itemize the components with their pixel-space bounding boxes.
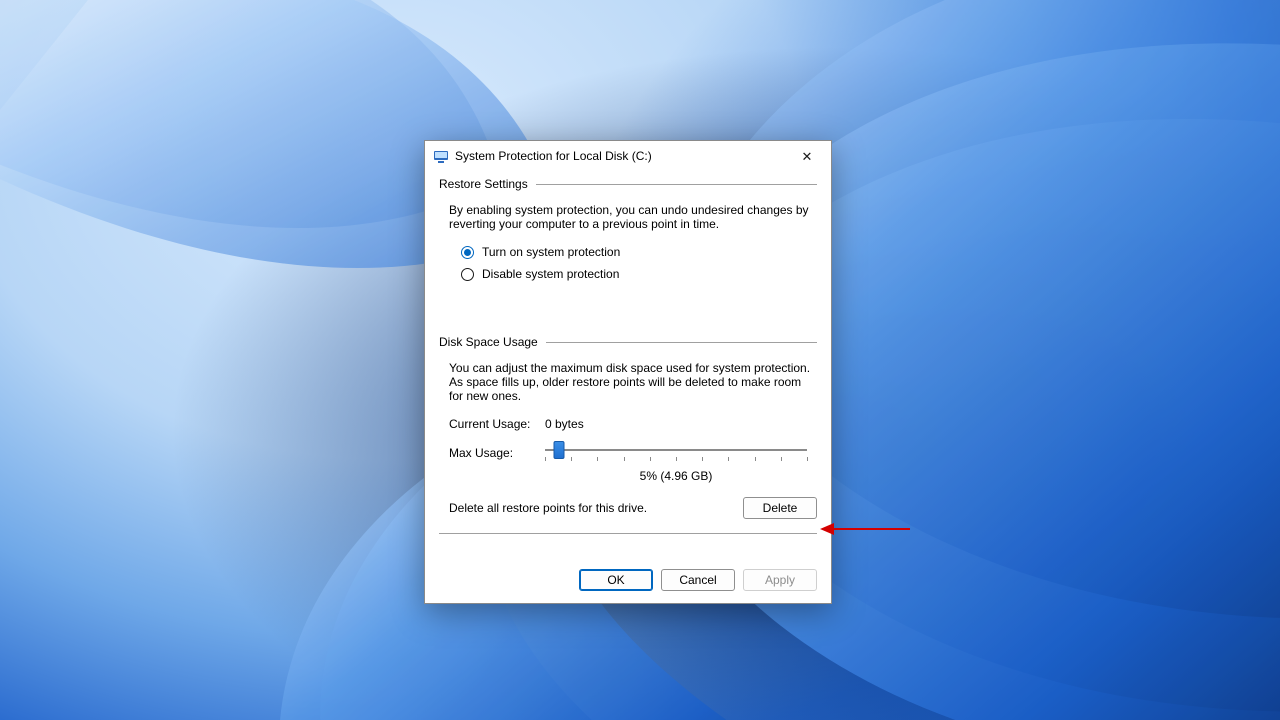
app-icon	[433, 148, 449, 164]
current-usage-value: 0 bytes	[545, 417, 584, 431]
dialog-title: System Protection for Local Disk (C:)	[455, 149, 785, 163]
dialog-footer: OK Cancel Apply	[439, 569, 817, 591]
close-icon: ✕	[802, 150, 813, 163]
cancel-button[interactable]: Cancel	[661, 569, 735, 591]
radio-disable[interactable]: Disable system protection	[439, 263, 817, 285]
restore-description: By enabling system protection, you can u…	[439, 203, 817, 241]
restore-settings-group: Restore Settings By enabling system prot…	[439, 177, 817, 285]
max-usage-label: Max Usage:	[449, 446, 545, 460]
delete-description: Delete all restore points for this drive…	[449, 501, 647, 515]
titlebar[interactable]: System Protection for Local Disk (C:) ✕	[425, 141, 831, 171]
ok-button[interactable]: OK	[579, 569, 653, 591]
radio-turn-on[interactable]: Turn on system protection	[439, 241, 817, 263]
divider	[439, 533, 817, 534]
radio-icon	[461, 268, 474, 281]
system-protection-dialog: System Protection for Local Disk (C:) ✕ …	[424, 140, 832, 604]
divider	[536, 184, 817, 185]
radio-disable-label: Disable system protection	[482, 267, 619, 281]
radio-turn-on-label: Turn on system protection	[482, 245, 620, 259]
disk-space-header: Disk Space Usage	[439, 335, 538, 349]
max-usage-value: 5% (4.96 GB)	[439, 469, 817, 483]
divider	[546, 342, 817, 343]
delete-button[interactable]: Delete	[743, 497, 817, 519]
radio-icon	[461, 246, 474, 259]
disk-description: You can adjust the maximum disk space us…	[439, 361, 817, 413]
restore-settings-header: Restore Settings	[439, 177, 528, 191]
slider-thumb[interactable]	[553, 441, 564, 459]
apply-button[interactable]: Apply	[743, 569, 817, 591]
current-usage-label: Current Usage:	[449, 417, 545, 431]
close-button[interactable]: ✕	[785, 142, 829, 170]
max-usage-slider[interactable]	[545, 439, 817, 467]
disk-space-group: Disk Space Usage You can adjust the maxi…	[439, 335, 817, 534]
